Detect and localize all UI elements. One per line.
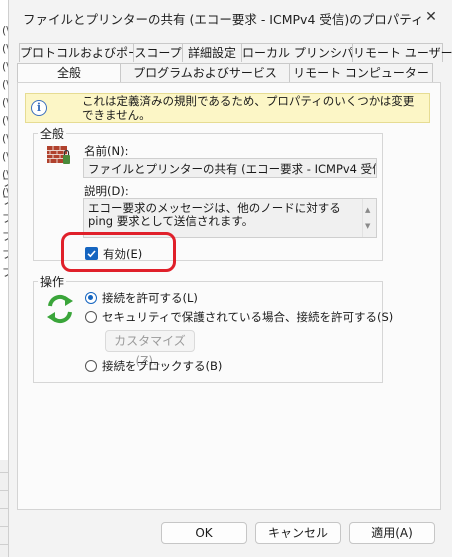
cancel-button[interactable]: キャンセル — [255, 522, 341, 544]
tab-advanced[interactable]: 詳細設定 — [182, 43, 242, 62]
tab-protocols-ports[interactable]: プロトコルおよびポート — [19, 43, 152, 62]
tab-remote-computers[interactable]: リモート コンピューター — [289, 63, 433, 82]
scroll-down-icon[interactable]: ▼ — [365, 220, 370, 233]
general-group-title: 全般 — [38, 125, 67, 142]
name-label: 名前(N): — [84, 144, 129, 158]
allow-connection-label[interactable]: 接続を許可する(L) — [102, 290, 198, 306]
name-field[interactable]: ファイルとプリンターの共有 (エコー要求 - ICMPv4 受信) — [83, 158, 377, 178]
action-group-title: 操作 — [38, 273, 67, 290]
allow-connection-radio[interactable] — [85, 292, 97, 304]
info-text: これは定義済みの規則であるため、プロパティのいくつかは変更できません。 — [82, 94, 415, 122]
block-connection-label[interactable]: 接続をブロックする(B) — [102, 358, 222, 374]
tab-local-principals[interactable]: ローカル プリンシパル — [241, 43, 365, 62]
tab-general[interactable]: 全般 — [17, 63, 121, 83]
info-icon: i — [31, 100, 47, 116]
title-bar: ファイルとプリンターの共有 (エコー要求 - ICMPv4 受信)のプロパティ … — [9, 0, 452, 34]
tab-programs-services[interactable]: プログラムおよびサービス — [120, 63, 290, 82]
close-icon[interactable]: ✕ — [413, 3, 449, 31]
tab-scope[interactable]: スコープ — [133, 43, 183, 62]
firewall-rule-icon — [46, 142, 72, 168]
description-scrollbar[interactable]: ▲ ▼ — [362, 199, 376, 237]
description-text: エコー要求のメッセージは、他のノードに対する ping 要求として送信されます。 — [88, 201, 341, 228]
block-connection-radio[interactable] — [85, 360, 97, 372]
allow-secure-radio[interactable] — [85, 311, 97, 323]
allow-secure-label[interactable]: セキュリティで保護されている場合、接続を許可する(S) — [102, 309, 393, 325]
properties-dialog: ファイルとプリンターの共有 (エコー要求 - ICMPv4 受信)のプロパティ … — [8, 0, 452, 557]
info-bar: i これは定義済みの規則であるため、プロパティのいくつかは変更できません。 — [25, 93, 430, 123]
customize-button[interactable]: カスタマイズ(Z)... — [105, 330, 195, 368]
ok-button[interactable]: OK — [161, 522, 247, 544]
tab-remote-users[interactable]: リモート ユーザー — [352, 43, 452, 62]
annotation-highlight-ring — [61, 232, 176, 272]
description-label: 説明(D): — [84, 184, 129, 198]
scroll-up-icon[interactable]: ▲ — [365, 204, 370, 217]
refresh-arrows-icon — [44, 293, 76, 325]
dialog-title: ファイルとプリンターの共有 (エコー要求 - ICMPv4 受信)のプロパティ — [23, 12, 424, 27]
apply-button[interactable]: 適用(A) — [349, 522, 435, 544]
